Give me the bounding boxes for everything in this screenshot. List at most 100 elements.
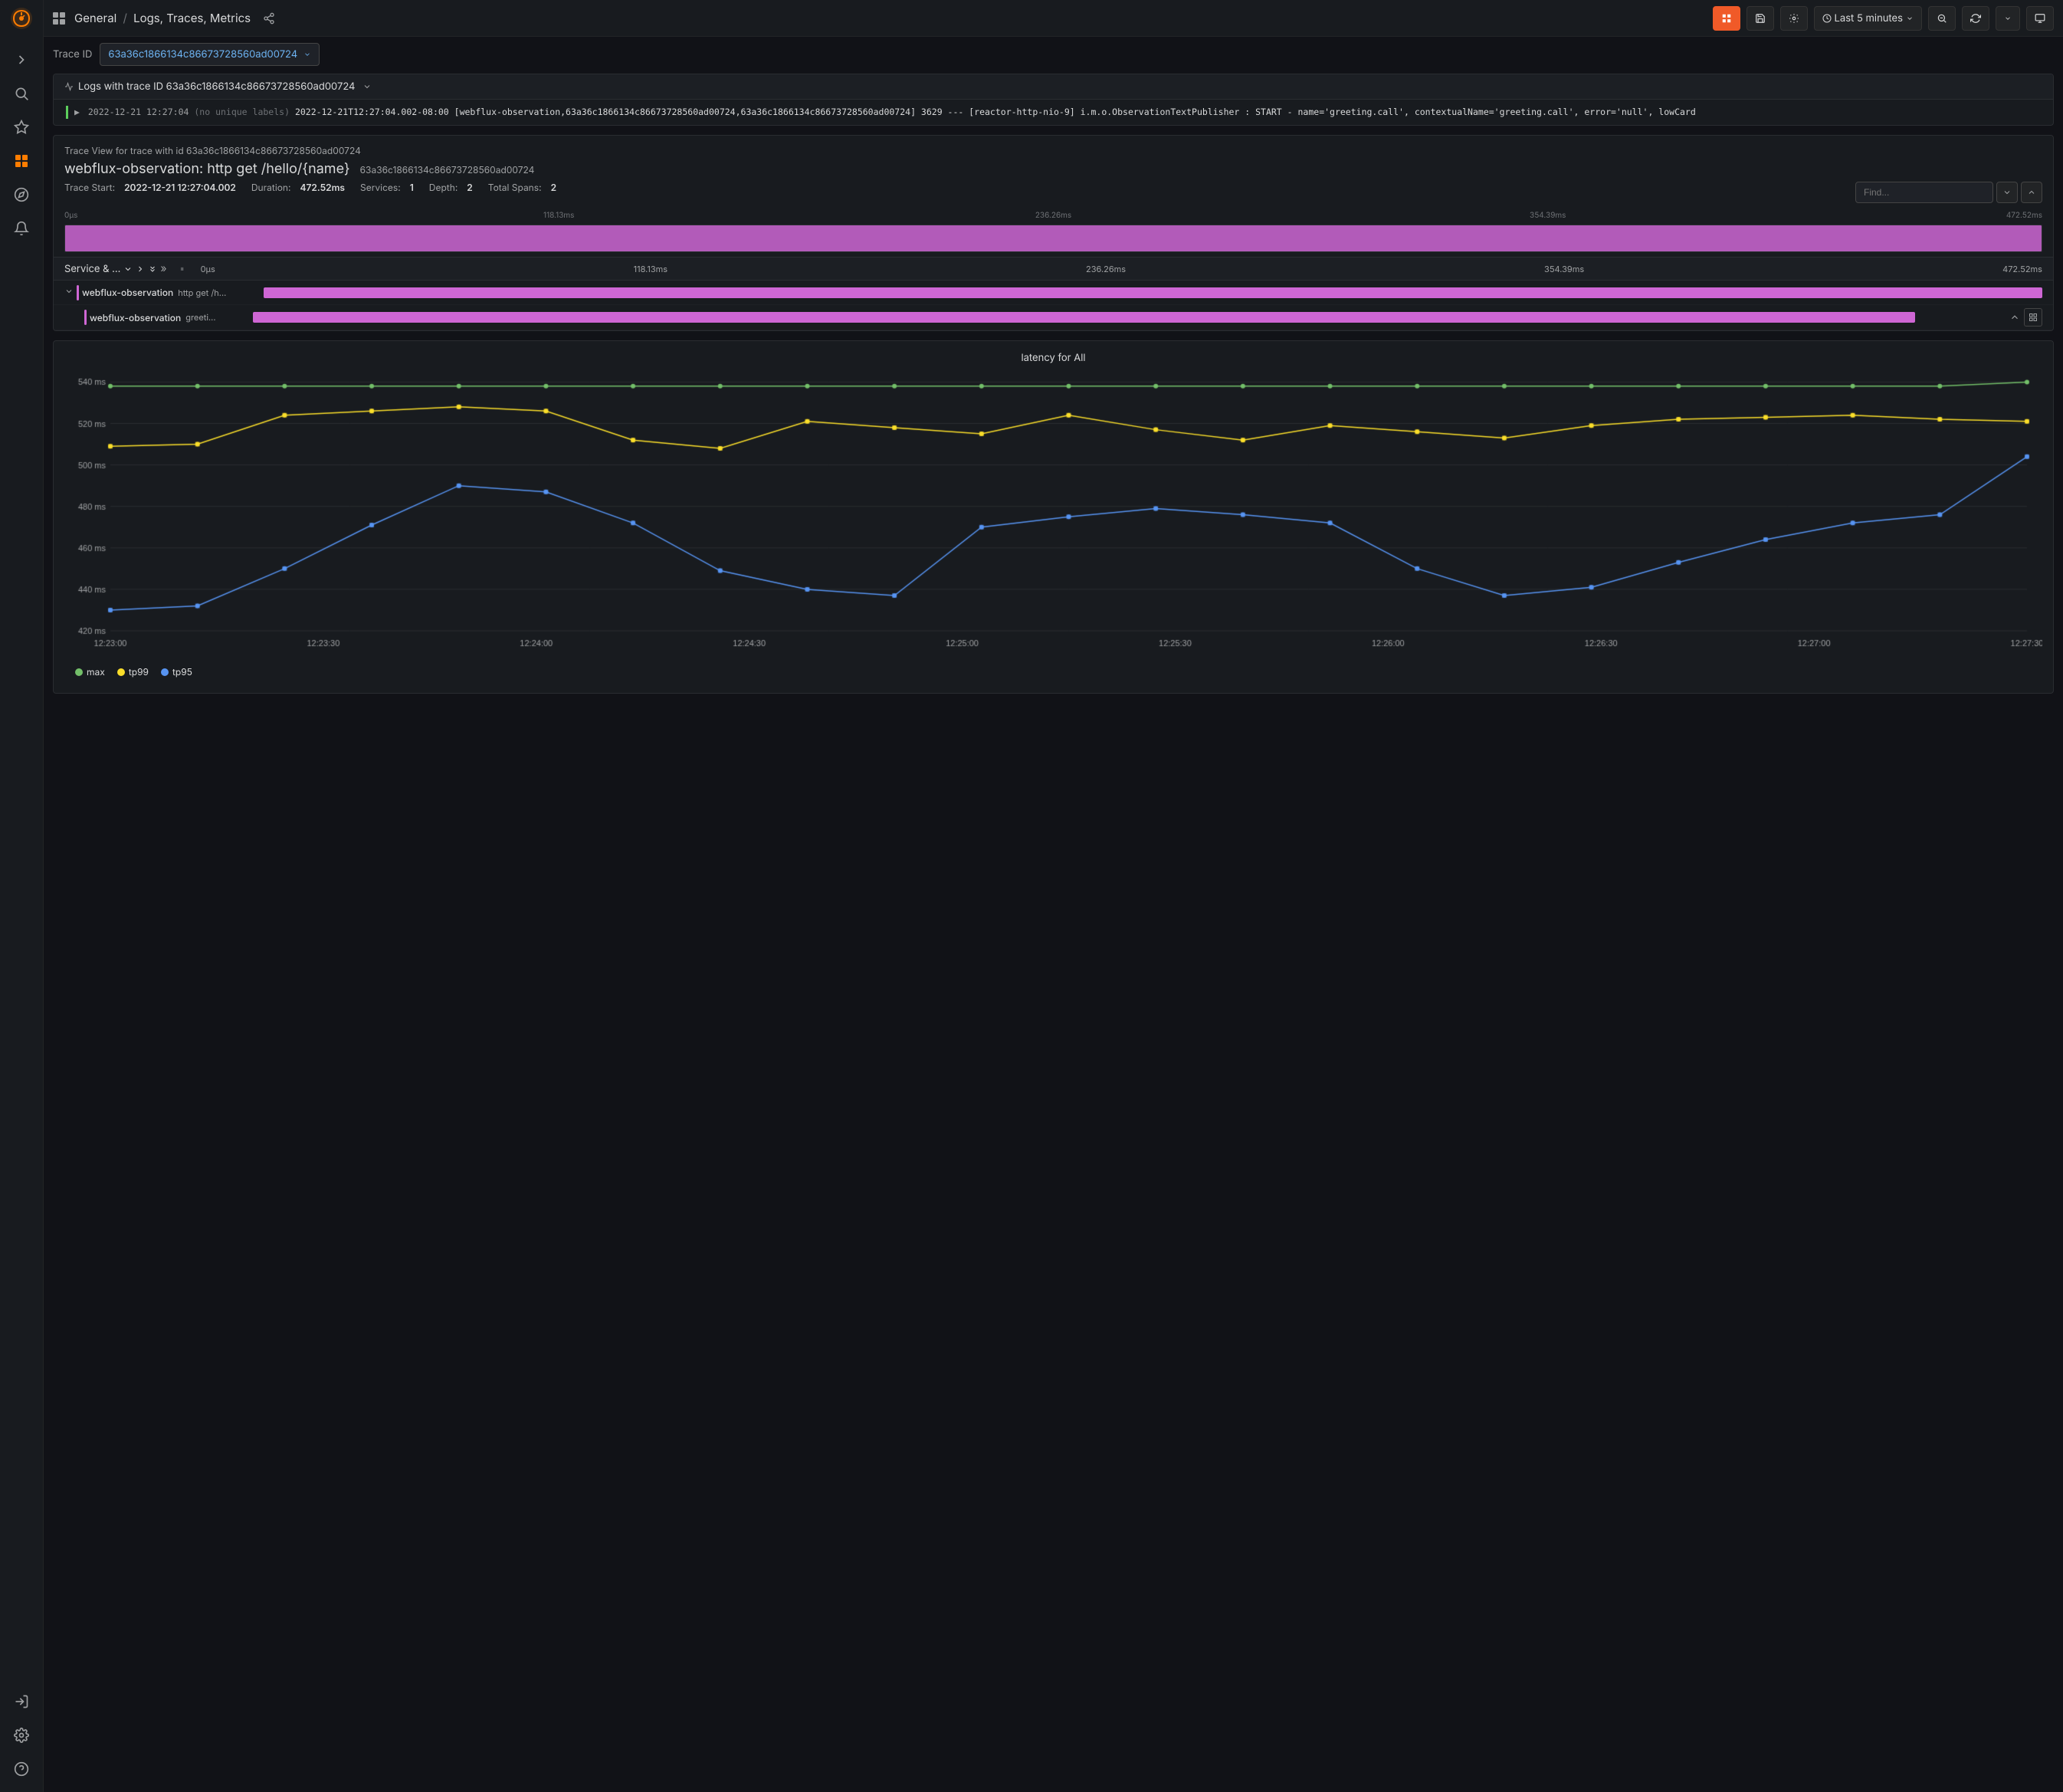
main-content: General / Logs, Traces, Metrics bbox=[44, 0, 2063, 1792]
sidebar-item-signin[interactable] bbox=[6, 1686, 37, 1717]
log-content: 2022-12-21T12:27:04.002-08:00 [webflux-o… bbox=[295, 107, 1696, 117]
page-content: Trace ID 63a36c1866134c86673728560ad0072… bbox=[44, 37, 2063, 1792]
trace-id-selector[interactable]: 63a36c1866134c86673728560ad00724 bbox=[100, 43, 320, 66]
span-toggle-0[interactable] bbox=[64, 287, 74, 299]
trace-services-label: Services: bbox=[360, 182, 401, 193]
panel-header-icon bbox=[64, 82, 74, 91]
span-bar-area-0 bbox=[264, 285, 2042, 300]
trace-depth-label: Depth: bbox=[429, 182, 458, 193]
span-op-0: http get /h... bbox=[178, 287, 226, 298]
trace-view-header: Trace View for trace with id 63a36c18661… bbox=[54, 136, 2053, 182]
trace-view-panel: Trace View for trace with id 63a36c18661… bbox=[53, 135, 2054, 331]
sidebar-item-dashboards[interactable] bbox=[6, 146, 37, 176]
dashboard-subtitle: Logs, Traces, Metrics bbox=[133, 11, 251, 25]
span-service-0: webflux-observation bbox=[82, 287, 173, 298]
refresh-button[interactable] bbox=[1962, 6, 1989, 31]
trace-duration-value: 472.52ms bbox=[300, 182, 345, 193]
save-dashboard-button[interactable] bbox=[1746, 6, 1774, 31]
chart-container[interactable] bbox=[64, 370, 2042, 661]
zoom-out-button[interactable] bbox=[1928, 6, 1956, 31]
sidebar-bottom bbox=[6, 1685, 37, 1786]
latency-chart-area: latency for All max tp99 tp95 bbox=[54, 341, 2053, 693]
trace-view-trace-id: 63a36c1866134c86673728560ad00724 bbox=[360, 164, 535, 176]
span-op-1: greeti... bbox=[185, 312, 215, 323]
refresh-dropdown-button[interactable] bbox=[1996, 6, 2020, 31]
chart-legend: max tp99 tp95 bbox=[64, 661, 2042, 682]
span-row-1[interactable]: webflux-observation greeti... bbox=[54, 305, 2053, 330]
trace-find-input[interactable] bbox=[1855, 182, 1993, 203]
add-panel-button[interactable] bbox=[1713, 6, 1740, 31]
sidebar-item-alerting[interactable] bbox=[6, 213, 37, 244]
find-up-button[interactable] bbox=[2021, 182, 2042, 203]
trace-find-row bbox=[1855, 182, 2042, 203]
trace-depth-value: 2 bbox=[467, 182, 472, 193]
trace-start-label: Trace Start: bbox=[64, 182, 115, 193]
panel-chevron-icon[interactable] bbox=[362, 82, 372, 91]
tl-0: 0μs bbox=[201, 264, 215, 274]
ruler-50: 236.26ms bbox=[1035, 211, 1071, 220]
dashboards-icon bbox=[15, 155, 28, 167]
minimap-ruler: 0μs 118.13ms 236.26ms 354.39ms 472.52ms bbox=[64, 211, 2042, 223]
trace-id-bar: Trace ID 63a36c1866134c86673728560ad0072… bbox=[53, 43, 2054, 66]
trace-service-name: webflux-observation bbox=[64, 161, 199, 177]
legend-tp99: tp99 bbox=[117, 666, 149, 678]
sidebar-item-explore[interactable] bbox=[6, 179, 37, 210]
spans-service-column-header[interactable]: Service & ... » bbox=[64, 262, 167, 275]
trace-id-label: Trace ID bbox=[53, 48, 92, 61]
span-bar-0 bbox=[264, 287, 2042, 298]
pause-icon: ⏸ bbox=[175, 264, 190, 274]
scroll-up-button[interactable] bbox=[2006, 308, 2024, 327]
ruler-75: 354.39ms bbox=[1530, 211, 1566, 220]
dashboard-breadcrumb: General / Logs, Traces, Metrics bbox=[74, 11, 251, 25]
trace-id-value: 63a36c1866134c86673728560ad00724 bbox=[108, 48, 297, 61]
spans-timeline-header: 0μs 118.13ms 236.26ms 354.39ms 472.52ms bbox=[195, 264, 2042, 274]
log-area: ▶ 2022-12-21 12:27:04 (no unique labels)… bbox=[54, 100, 2053, 125]
logs-panel-header: Logs with trace ID 63a36c1866134c8667372… bbox=[54, 74, 2053, 100]
time-range-label: Last 5 minutes bbox=[1835, 12, 1903, 25]
span-bar-1 bbox=[253, 312, 1915, 323]
topbar: General / Logs, Traces, Metrics bbox=[44, 0, 2063, 37]
tl-118: 118.13ms bbox=[634, 264, 667, 274]
span-service-1: webflux-observation bbox=[90, 312, 181, 323]
expand-button[interactable] bbox=[2024, 308, 2042, 327]
service-col-expand[interactable] bbox=[136, 264, 145, 274]
sidebar-item-starred[interactable] bbox=[6, 112, 37, 143]
share-button[interactable] bbox=[258, 8, 280, 29]
service-column-label: Service & ... bbox=[64, 263, 120, 275]
span-color-1 bbox=[84, 310, 87, 325]
find-down-button[interactable] bbox=[1996, 182, 2018, 203]
legend-tp99-label: tp99 bbox=[129, 666, 149, 678]
trace-total-spans-label: Total Spans: bbox=[488, 182, 542, 193]
log-expand-toggle[interactable]: ▶ bbox=[74, 107, 80, 117]
tv-mode-button[interactable] bbox=[2026, 6, 2054, 31]
span-info-1: webflux-observation greeti... bbox=[84, 310, 253, 325]
sidebar-item-help[interactable] bbox=[6, 1754, 37, 1784]
tl-354: 354.39ms bbox=[1544, 264, 1584, 274]
time-range-picker[interactable]: Last 5 minutes bbox=[1814, 6, 1922, 31]
minimap-bar bbox=[65, 225, 2042, 251]
grafana-logo[interactable] bbox=[9, 6, 34, 31]
trace-services-value: 1 bbox=[410, 182, 414, 193]
trace-meta: Trace Start: 2022-12-21 12:27:04.002 Dur… bbox=[64, 182, 556, 193]
dashboard-grid-icon bbox=[53, 12, 65, 25]
service-col-expand-all[interactable] bbox=[148, 264, 157, 274]
sidebar-item-settings[interactable] bbox=[6, 1720, 37, 1751]
trace-view-panel-title: Trace View for trace with id 63a36c18661… bbox=[64, 145, 2042, 156]
sidebar-item-search[interactable] bbox=[6, 78, 37, 109]
legend-tp95-dot bbox=[161, 668, 169, 676]
legend-tp95: tp95 bbox=[161, 666, 192, 678]
span-row-0[interactable]: webflux-observation http get /h... bbox=[54, 281, 2053, 305]
dashboard-settings-button[interactable] bbox=[1780, 6, 1808, 31]
legend-max-label: max bbox=[87, 666, 105, 678]
service-col-chevron bbox=[123, 264, 133, 274]
ruler-0: 0μs bbox=[64, 211, 77, 220]
service-col-more[interactable]: » bbox=[160, 262, 166, 275]
chart-title: latency for All bbox=[64, 352, 2042, 364]
latency-canvas bbox=[64, 370, 2042, 661]
log-entry: ▶ 2022-12-21 12:27:04 (no unique labels)… bbox=[66, 106, 2044, 119]
latency-panel: latency for All max tp99 tp95 bbox=[53, 340, 2054, 694]
trace-minimap[interactable] bbox=[64, 225, 2042, 252]
spans-table-header: Service & ... » ⏸ 0μs 118.13ms 236.26ms … bbox=[54, 257, 2053, 281]
sidebar-toggle-expand[interactable] bbox=[6, 44, 37, 75]
logs-panel-title: Logs with trace ID 63a36c1866134c8667372… bbox=[78, 80, 355, 93]
